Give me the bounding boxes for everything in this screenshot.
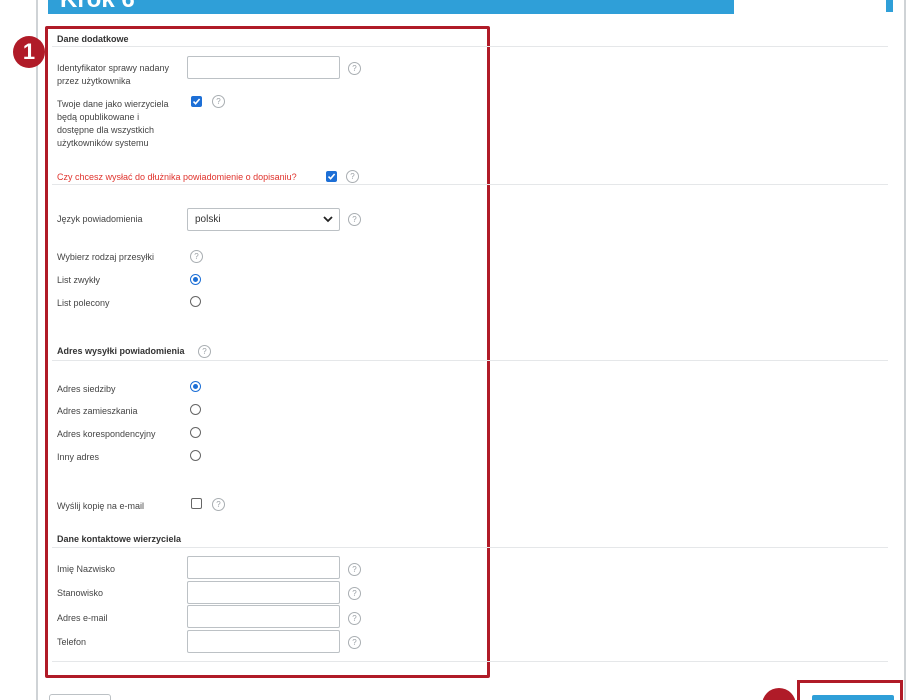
help-icon[interactable]: ? [348,636,361,649]
divider [52,360,888,361]
check-icon [192,98,201,105]
notify-checkbox[interactable] [326,171,337,182]
annotation-badge-1: 1 [13,36,45,68]
annotation-badge-2 [762,688,796,700]
contact-phone-input[interactable] [187,630,340,653]
help-icon[interactable]: ? [212,95,225,108]
help-icon[interactable]: ? [212,498,225,511]
publish-checkbox[interactable] [191,96,202,107]
next-button[interactable] [812,695,894,700]
section-title-extra: Dane dodatkowe [57,34,129,44]
help-icon[interactable]: ? [346,170,359,183]
help-icon[interactable]: ? [348,62,361,75]
address-option-label: Inny adres [57,452,100,462]
divider [52,184,888,185]
contact-field-label: Telefon [57,637,87,647]
language-select[interactable]: polski [187,208,340,231]
notify-label: Czy chcesz wysłać do dłużnika powiadomie… [57,172,297,182]
help-icon[interactable]: ? [190,250,203,263]
address-radio-residence[interactable] [190,404,201,415]
shipment-label: Wybierz rodzaj przesyłki [57,252,154,262]
case-id-label: Identyfikator sprawy nadany przez użytko… [57,63,170,86]
address-option-label: Adres siedziby [57,384,116,394]
help-icon[interactable]: ? [348,587,361,600]
step-title: Krok 6 [60,0,135,14]
divider [52,547,888,548]
help-icon[interactable]: ? [198,345,211,358]
address-radio-seat[interactable] [190,381,201,392]
divider [52,661,888,662]
contact-field-label: Adres e-mail [57,613,108,623]
shipment-option-label: List polecony [57,298,110,308]
check-icon [327,173,336,180]
shipment-option-label: List zwykły [57,275,101,285]
address-option-label: Adres zamieszkania [57,406,138,416]
divider [52,46,888,47]
address-radio-correspondence[interactable] [190,427,201,438]
address-radio-other[interactable] [190,450,201,461]
contact-position-input[interactable] [187,581,340,604]
contact-field-label: Imię Nazwisko [57,564,116,574]
left-frame-border [36,0,38,700]
shipment-radio-regular[interactable] [190,274,201,285]
language-label: Język powiadomienia [57,214,143,224]
right-frame-border [904,0,906,700]
publish-label: Twoje dane jako wierzyciela będą opublik… [57,99,169,148]
section-title-address: Adres wysyłki powiadomienia [57,346,185,356]
help-icon[interactable]: ? [348,563,361,576]
address-option-label: Adres korespondencyjny [57,429,156,439]
contact-field-label: Stanowisko [57,588,104,598]
email-copy-checkbox[interactable] [191,498,202,509]
email-copy-label: Wyślij kopię na e-mail [57,501,144,511]
language-select-value: polski [195,214,221,225]
shipment-radio-registered[interactable] [190,296,201,307]
contact-email-input[interactable] [187,605,340,628]
contact-name-input[interactable] [187,556,340,579]
case-id-input[interactable] [187,56,340,79]
chevron-down-icon [323,216,333,223]
help-icon[interactable]: ? [348,213,361,226]
section-title-contact: Dane kontaktowe wierzyciela [57,534,182,544]
right-accent-bar [886,0,893,12]
step-header: Krok 6 [48,0,734,14]
help-icon[interactable]: ? [348,612,361,625]
back-button[interactable] [49,694,111,700]
